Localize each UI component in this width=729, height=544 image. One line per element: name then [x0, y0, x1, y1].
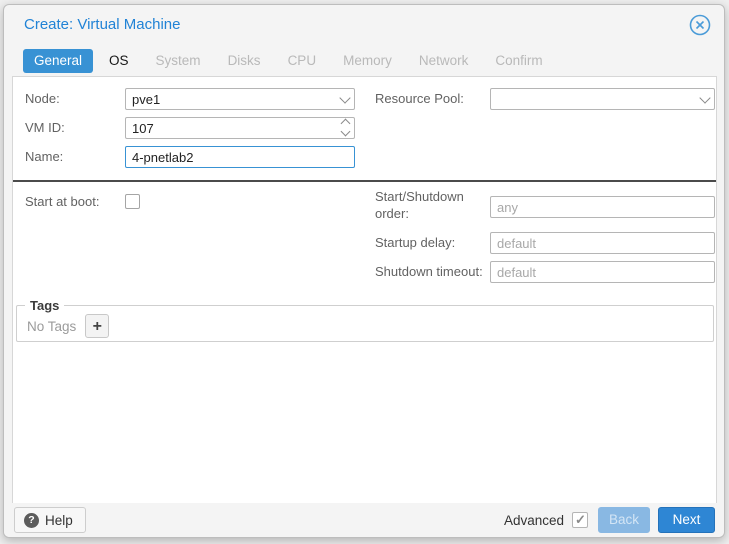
dialog-footer: ? Help Advanced Back Next: [4, 503, 724, 537]
no-tags-text: No Tags: [27, 318, 77, 334]
node-label: Node:: [25, 91, 60, 106]
vmid-label: VM ID:: [25, 120, 65, 135]
tab-system[interactable]: System: [145, 49, 212, 73]
tab-network[interactable]: Network: [408, 49, 480, 73]
section-divider: [13, 180, 716, 182]
help-button[interactable]: ? Help: [14, 507, 86, 533]
tags-fieldset: Tags No Tags +: [16, 298, 714, 342]
question-circle-icon: ?: [24, 512, 39, 528]
start-shutdown-order-input[interactable]: [490, 196, 715, 218]
back-button[interactable]: Back: [598, 507, 650, 533]
help-label: Help: [45, 512, 73, 528]
shutdown-timeout-input[interactable]: [490, 261, 715, 283]
add-tag-button[interactable]: +: [85, 314, 110, 338]
tab-bar: General OS System Disks CPU Memory Network Conf…: [23, 49, 554, 73]
node-select[interactable]: [125, 88, 355, 110]
name-label: Name:: [25, 149, 64, 164]
startup-delay-input[interactable]: [490, 232, 715, 254]
tags-legend: Tags: [30, 298, 60, 313]
resource-pool-select[interactable]: [490, 88, 715, 110]
shutdown-timeout-label: Shutdown timeout:: [375, 264, 483, 279]
next-button[interactable]: Next: [658, 507, 715, 533]
tab-cpu[interactable]: CPU: [277, 49, 328, 73]
dialog-header: Create: Virtual Machine: [4, 5, 724, 45]
advanced-label: Advanced: [503, 512, 564, 528]
name-input[interactable]: [125, 146, 355, 168]
tab-os[interactable]: OS: [98, 49, 140, 73]
tab-memory[interactable]: Memory: [332, 49, 403, 73]
tab-general[interactable]: General: [23, 49, 94, 73]
tab-confirm[interactable]: Confirm: [484, 49, 553, 73]
advanced-checkbox[interactable]: [572, 512, 588, 528]
start-at-boot-checkbox[interactable]: [125, 194, 140, 209]
tab-disks[interactable]: Disks: [217, 49, 272, 73]
create-vm-dialog: Create: Virtual Machine General OS System D…: [3, 4, 725, 538]
resource-pool-label: Resource Pool:: [375, 91, 464, 106]
startup-delay-label: Startup delay:: [375, 235, 456, 250]
general-tab-panel: Node: VM ID: Name: Resource Pool: Start …: [12, 76, 717, 506]
start-at-boot-label: Start at boot:: [25, 194, 100, 209]
close-icon[interactable]: [689, 14, 711, 36]
start-shutdown-order-label: Start/Shutdown order:: [375, 189, 464, 221]
dialog-title: Create: Virtual Machine: [24, 16, 181, 33]
vmid-input[interactable]: [125, 117, 355, 139]
